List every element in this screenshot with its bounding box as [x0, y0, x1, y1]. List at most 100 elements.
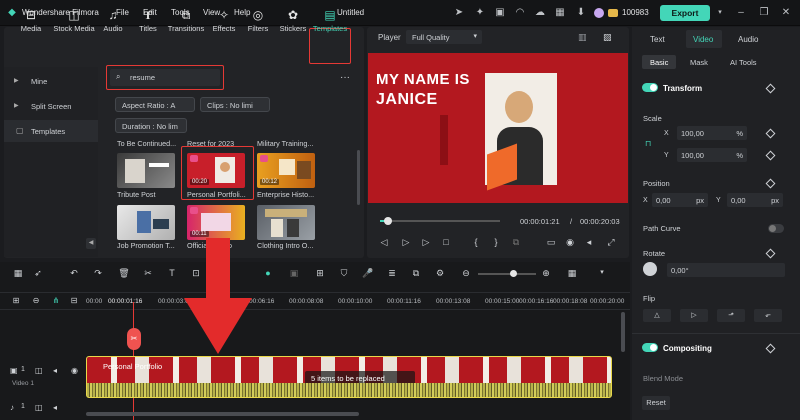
play-icon[interactable]: ▷ [420, 237, 432, 248]
template-clip[interactable]: Personal Portfolio 5 items to be replace… [86, 356, 612, 398]
cloud-icon[interactable]: ☁ [534, 7, 546, 19]
export-button[interactable]: Export [660, 5, 710, 21]
subtab-mask[interactable]: Mask [690, 58, 708, 67]
toolbar-transitions[interactable]: ⧉ Transitions [164, 5, 208, 33]
grid-view-icon[interactable]: ▦ [566, 268, 578, 279]
text-tool-icon[interactable]: T [166, 268, 178, 278]
select-tool-icon[interactable]: ➶ [32, 268, 44, 279]
audio-mix-icon[interactable]: ≣ [386, 268, 398, 279]
grid-icon[interactable]: ▦ [554, 7, 566, 19]
collapse-sidebar-button[interactable]: ◀ [86, 238, 96, 249]
undo-icon[interactable]: ↶ [68, 268, 80, 279]
camera-snapshot-icon[interactable]: ◉ [564, 237, 576, 248]
preview-canvas[interactable]: MY NAME IS JANICE [368, 53, 628, 203]
snapshot-image-icon[interactable]: ▨ [603, 32, 612, 43]
maximize-icon[interactable]: ❐ [758, 7, 770, 19]
export-dropdown-icon[interactable]: ▾ [714, 7, 726, 19]
track-visibility-icon[interactable]: ◉ [71, 366, 78, 375]
mark-out-brace-icon[interactable]: } [490, 237, 502, 247]
track-manager-icon[interactable]: ⊟ [68, 296, 80, 305]
flip-horizontal-icon[interactable]: △ [643, 309, 671, 322]
toolbar-filters[interactable]: ◎ Filters [242, 5, 274, 33]
toolbar-templates[interactable]: ▤ Templates [310, 5, 350, 33]
download-icon[interactable]: ⬇ [575, 7, 587, 19]
lock-ratio-icon[interactable]: ⊓ [645, 139, 651, 148]
sidebar-item-mine[interactable]: ▶ Mine [4, 70, 98, 92]
microphone-icon[interactable]: 🎤 [362, 268, 374, 279]
template-thumbnail[interactable]: 00:12 [257, 153, 315, 188]
zoom-slider-handle[interactable] [510, 270, 517, 277]
compositing-toggle[interactable] [642, 343, 658, 352]
template-scrollbar[interactable] [357, 150, 360, 205]
close-icon[interactable]: ✕ [780, 7, 792, 19]
duration-filter[interactable]: Duration : No lim [115, 118, 187, 133]
more-dropdown-icon[interactable]: ▾ [596, 268, 608, 276]
lightbulb-icon[interactable]: ✦ [474, 7, 486, 19]
position-x-input[interactable]: 0,00 px [652, 193, 708, 207]
mark-in-brace-icon[interactable]: { [470, 237, 482, 247]
render-preview-icon[interactable]: ⊞ [314, 268, 326, 279]
rotate-right-icon[interactable]: ⬏ [717, 309, 745, 322]
audio-track-folder-icon[interactable]: ◫ [35, 403, 43, 412]
layout-icon[interactable]: ▦ [12, 268, 24, 279]
render-icon[interactable]: ⧉ [510, 237, 522, 248]
aspect-ratio-filter[interactable]: Aspect Ratio : A [115, 97, 195, 112]
redo-icon[interactable]: ↷ [92, 268, 104, 279]
timeline-vertical-scrollbar[interactable] [621, 312, 625, 352]
toolbar-titles[interactable]: T Titles [132, 5, 164, 33]
marker-icon[interactable]: ⛉ [338, 268, 350, 279]
template-thumbnail[interactable] [117, 205, 175, 240]
snap-icon[interactable]: ⋔ [50, 296, 62, 305]
minimize-icon[interactable]: – [735, 7, 747, 19]
search-input[interactable]: ⌕ resume [110, 69, 220, 86]
auto-ripple-icon[interactable]: ● [262, 268, 274, 278]
track-mute-icon[interactable]: ◂ [53, 366, 57, 375]
sidebar-item-templates[interactable]: ▢ Templates [4, 120, 98, 142]
ai-tools-icon[interactable]: ⚙ [434, 268, 446, 279]
mark-in-icon[interactable]: ◁ [378, 237, 390, 248]
volume-icon[interactable]: ◂ [583, 237, 595, 248]
flip-vertical-icon[interactable]: ▷ [680, 309, 708, 322]
monitor-icon[interactable]: ▭ [545, 237, 557, 248]
toolbar-stickers[interactable]: ✿ Stickers [276, 5, 310, 33]
previous-frame-icon[interactable]: ▷ [400, 237, 412, 248]
reset-button[interactable]: Reset [642, 396, 670, 410]
scale-x-input[interactable]: 100,00% [677, 126, 747, 140]
link-icon[interactable]: ⊖ [30, 296, 42, 305]
zoom-slider[interactable] [478, 270, 536, 277]
rotate-input[interactable]: 0,00° [667, 263, 785, 277]
rotate-dial[interactable] [643, 262, 657, 276]
avatar[interactable] [594, 8, 604, 18]
fullscreen-icon[interactable]: ⤢ [605, 237, 617, 248]
template-thumbnail[interactable]: 00:11 [187, 205, 245, 240]
template-thumbnail[interactable] [257, 205, 315, 240]
zoom-out-icon[interactable]: ⊖ [460, 268, 472, 279]
notification-icon[interactable]: ▣ [494, 7, 506, 19]
compare-view-icon[interactable]: ▥ [578, 32, 587, 43]
path-curve-toggle[interactable] [768, 224, 784, 233]
snapshot-icon[interactable]: ⧉ [410, 268, 422, 279]
tab-audio[interactable]: Audio [738, 35, 758, 44]
send-icon[interactable]: ➤ [453, 7, 465, 19]
add-track-icon[interactable]: ⊞ [10, 296, 22, 305]
toolbar-media[interactable]: ⊟ Media [10, 5, 52, 33]
audio-track-mute-icon[interactable]: ◂ [53, 403, 57, 412]
toolbar-audio[interactable]: ♫ Audio [98, 5, 128, 33]
zoom-in-icon[interactable]: ⊕ [540, 268, 552, 279]
split-playhead-icon[interactable]: ✂ [127, 328, 141, 350]
subtab-basic[interactable]: Basic [650, 58, 668, 67]
template-thumbnail[interactable] [117, 153, 175, 188]
subtab-ai-tools[interactable]: AI Tools [730, 58, 757, 67]
template-thumbnail-selected[interactable]: 00:20 [187, 153, 245, 188]
quality-select[interactable]: Full Quality ▾ [406, 30, 482, 44]
transform-toggle[interactable] [642, 83, 658, 92]
timeline-scrollbar[interactable] [86, 412, 359, 416]
sidebar-item-split-screen[interactable]: ▶ Split Screen [4, 95, 98, 117]
tab-video[interactable]: Video [693, 35, 713, 44]
delete-icon[interactable]: 🗑 [118, 268, 130, 279]
tab-text[interactable]: Text [650, 35, 665, 44]
position-y-input[interactable]: 0,00 px [727, 193, 783, 207]
split-icon[interactable]: ✂ [142, 268, 154, 279]
track-folder-icon[interactable]: ◫ [35, 366, 43, 375]
toolbar-effects[interactable]: ✧ Effects [208, 5, 240, 33]
